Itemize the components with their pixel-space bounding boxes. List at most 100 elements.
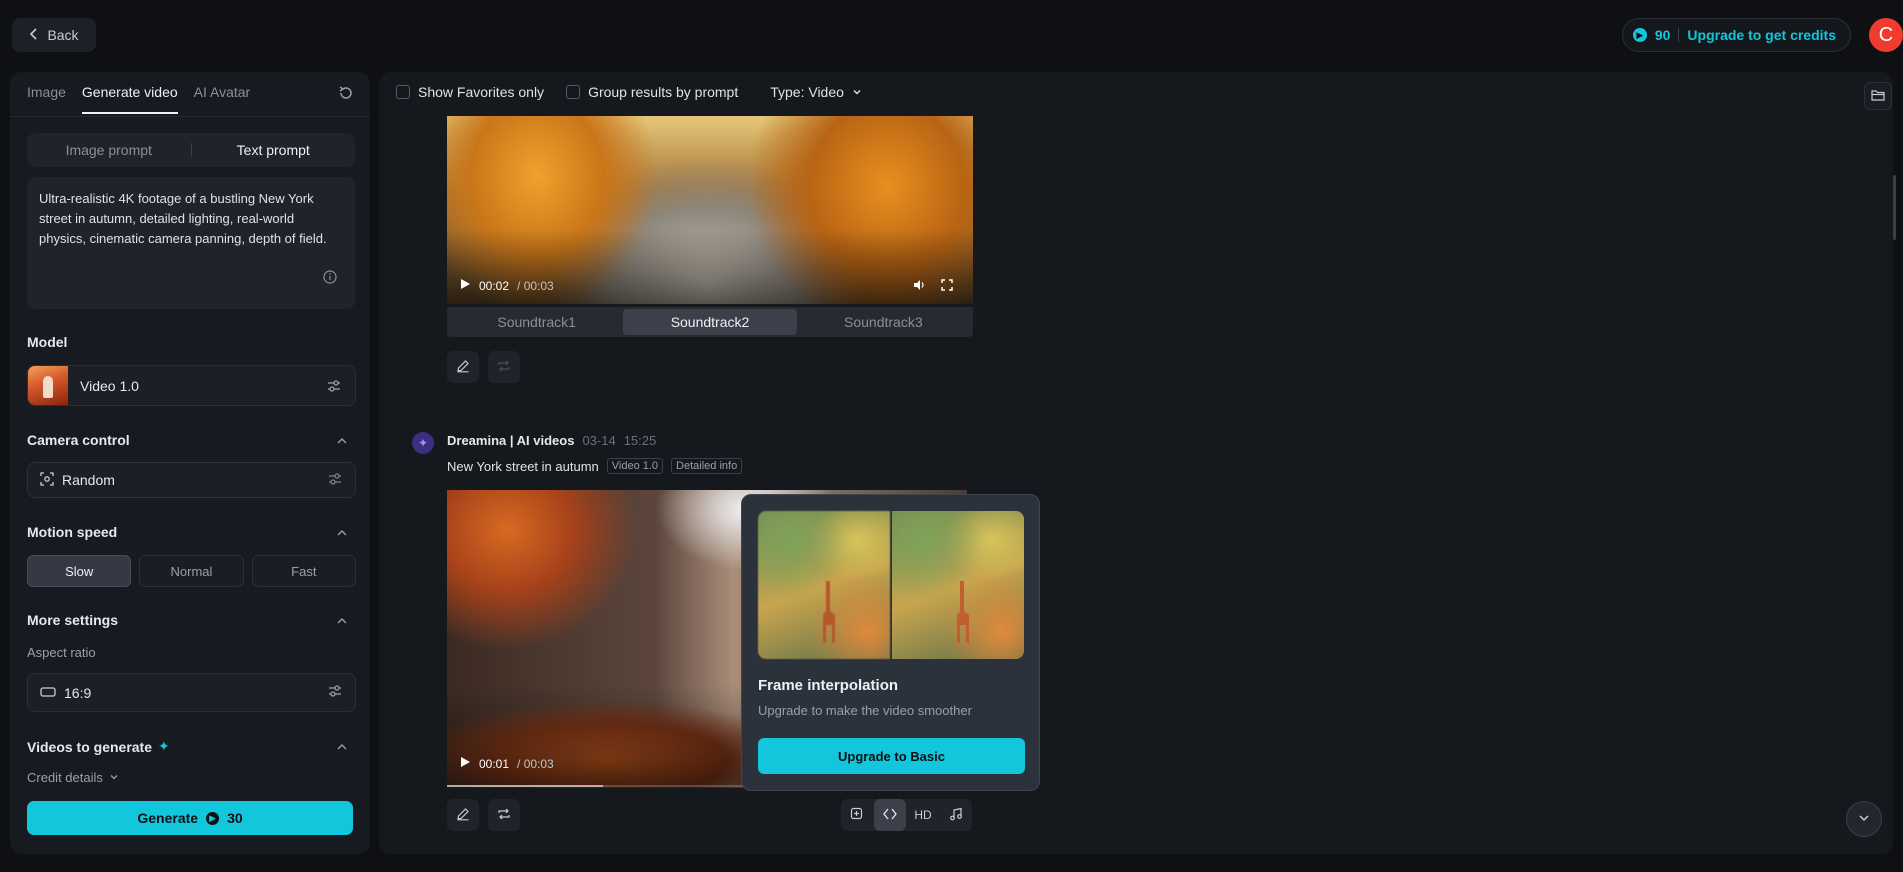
prompt-line: physics, cinematic camera panning, depth… — [39, 231, 327, 246]
chevron-down-icon — [109, 770, 119, 785]
credit-coin-icon: ▶ — [206, 811, 220, 825]
regenerate-button[interactable] — [488, 799, 520, 831]
soundtrack-1[interactable]: Soundtrack1 — [450, 309, 623, 335]
more-settings-label: More settings — [27, 612, 119, 628]
reset-icon[interactable] — [338, 85, 356, 103]
repeat-icon — [497, 807, 511, 824]
extend-button[interactable] — [841, 799, 873, 831]
videos-to-generate-label: Videos to generate — [27, 738, 153, 755]
volume-icon[interactable] — [913, 278, 927, 294]
entry-prompt[interactable]: New York street in autumn — [447, 459, 599, 474]
group-checkbox[interactable] — [566, 85, 581, 99]
edit-button[interactable] — [447, 799, 479, 831]
sliders-icon[interactable] — [327, 683, 343, 702]
aspect-ratio-icon — [40, 685, 56, 701]
credit-details-label: Credit details — [27, 770, 103, 785]
prompt-line: street in autumn, detailed lighting, rea… — [39, 211, 295, 226]
soundtrack-selector: Soundtrack1 Soundtrack2 Soundtrack3 — [447, 307, 973, 337]
aspect-ratio-value: 16:9 — [64, 684, 92, 701]
video-total-time: / 00:03 — [517, 278, 554, 293]
regenerate-button[interactable] — [488, 351, 520, 383]
camera-focus-icon — [40, 471, 54, 489]
camera-control-label: Camera control — [27, 432, 130, 448]
tab-image[interactable]: Image — [27, 84, 66, 114]
entry-header: Dreamina | AI videos 03-14 15:25 — [447, 433, 656, 448]
sliders-icon[interactable] — [327, 471, 343, 490]
entry-time: 15:25 — [623, 433, 657, 448]
popover-subtitle: Upgrade to make the video smoother — [758, 703, 972, 718]
prompt-textarea[interactable]: Ultra-realistic 4K footage of a bustling… — [27, 177, 355, 309]
dreamina-logo-icon: ✦ — [412, 432, 434, 454]
fullscreen-icon[interactable] — [941, 278, 953, 294]
sliders-icon[interactable] — [326, 378, 342, 394]
chevron-up-icon[interactable] — [336, 740, 348, 752]
video-tools-toolbar: HD — [841, 799, 972, 831]
image-prompt-tab[interactable]: Image prompt — [27, 142, 191, 158]
chevron-up-icon[interactable] — [336, 614, 348, 626]
video-player-1[interactable]: 00:02 / 00:03 — [447, 116, 973, 304]
mode-tabs: Image Generate video AI Avatar — [27, 84, 250, 114]
upgrade-credits-link[interactable]: Upgrade to get credits — [1687, 27, 1836, 43]
video-total-time: / 00:03 — [517, 756, 554, 771]
info-icon[interactable] — [323, 270, 337, 284]
folder-button[interactable] — [1864, 82, 1892, 110]
play-icon[interactable] — [459, 278, 471, 293]
divider — [10, 116, 370, 117]
model-thumbnail — [28, 366, 68, 405]
extend-icon — [850, 807, 864, 824]
back-button[interactable]: Back — [12, 18, 96, 52]
tab-generate-video[interactable]: Generate video — [81, 84, 178, 114]
group-label: Group results by prompt — [588, 84, 739, 100]
videos-to-generate-header: Videos to generate ✦ — [27, 738, 170, 755]
generate-button[interactable]: Generate ▶ 30 — [27, 801, 353, 835]
model-label: Model — [27, 334, 68, 350]
aspect-ratio-select[interactable]: 16:9 — [27, 673, 356, 712]
divider — [1678, 28, 1680, 42]
prompt-mode-switch: Image prompt Text prompt — [27, 133, 355, 167]
sparkle-icon: ✦ — [158, 738, 170, 754]
frame-interpolation-button[interactable] — [874, 799, 906, 831]
speed-fast-button[interactable]: Fast — [251, 555, 356, 587]
detailed-info-tag[interactable]: Detailed info — [671, 458, 743, 474]
video-current-time: 00:01 — [479, 756, 510, 771]
model-selector[interactable]: Video 1.0 — [27, 365, 356, 406]
scroll-to-bottom-button[interactable] — [1846, 801, 1882, 837]
soundtrack-3[interactable]: Soundtrack3 — [797, 309, 970, 335]
hd-button[interactable]: HD — [907, 799, 939, 831]
chevron-up-icon[interactable] — [336, 434, 348, 446]
text-prompt-tab[interactable]: Text prompt — [192, 142, 356, 158]
tab-ai-avatar[interactable]: AI Avatar — [194, 84, 251, 114]
after-preview-image — [892, 511, 1024, 659]
entry-date: 03-14 — [582, 433, 616, 448]
camera-control-select[interactable]: Random — [27, 462, 356, 498]
chevron-up-icon[interactable] — [336, 526, 348, 538]
pencil-icon — [456, 359, 470, 376]
credit-details-toggle[interactable]: Credit details — [27, 770, 119, 785]
favorites-checkbox[interactable] — [396, 85, 410, 99]
avatar[interactable]: C — [1869, 18, 1903, 52]
folder-icon — [1871, 88, 1885, 104]
add-soundtrack-button[interactable] — [940, 799, 972, 831]
chevron-down-icon[interactable] — [852, 84, 862, 100]
video-controls: 00:01 / 00:03 — [459, 756, 554, 771]
upgrade-to-basic-button[interactable]: Upgrade to Basic — [758, 738, 1025, 774]
speed-slow-button[interactable]: Slow — [27, 555, 132, 587]
back-label: Back — [47, 27, 79, 43]
camera-control-value: Random — [62, 472, 115, 488]
type-filter[interactable]: Type: Video — [770, 84, 844, 100]
pencil-icon — [456, 807, 470, 824]
soundtrack-2[interactable]: Soundtrack2 — [623, 309, 797, 335]
popover-title: Frame interpolation — [758, 677, 899, 694]
credits-pill[interactable]: ▶ 90 Upgrade to get credits — [1621, 18, 1851, 52]
motion-speed-options: Slow Normal Fast — [27, 555, 356, 587]
repeat-icon — [497, 359, 511, 376]
interpolation-icon — [883, 807, 897, 824]
favorites-label: Show Favorites only — [418, 84, 545, 100]
edit-button[interactable] — [447, 351, 479, 383]
entry-title: Dreamina | AI videos — [447, 433, 575, 448]
speed-normal-button[interactable]: Normal — [139, 555, 244, 587]
scrollbar[interactable] — [1893, 175, 1896, 240]
model-name: Video 1.0 — [80, 377, 139, 394]
filter-bar: Show Favorites only Group results by pro… — [396, 84, 862, 100]
play-icon[interactable] — [459, 756, 471, 771]
